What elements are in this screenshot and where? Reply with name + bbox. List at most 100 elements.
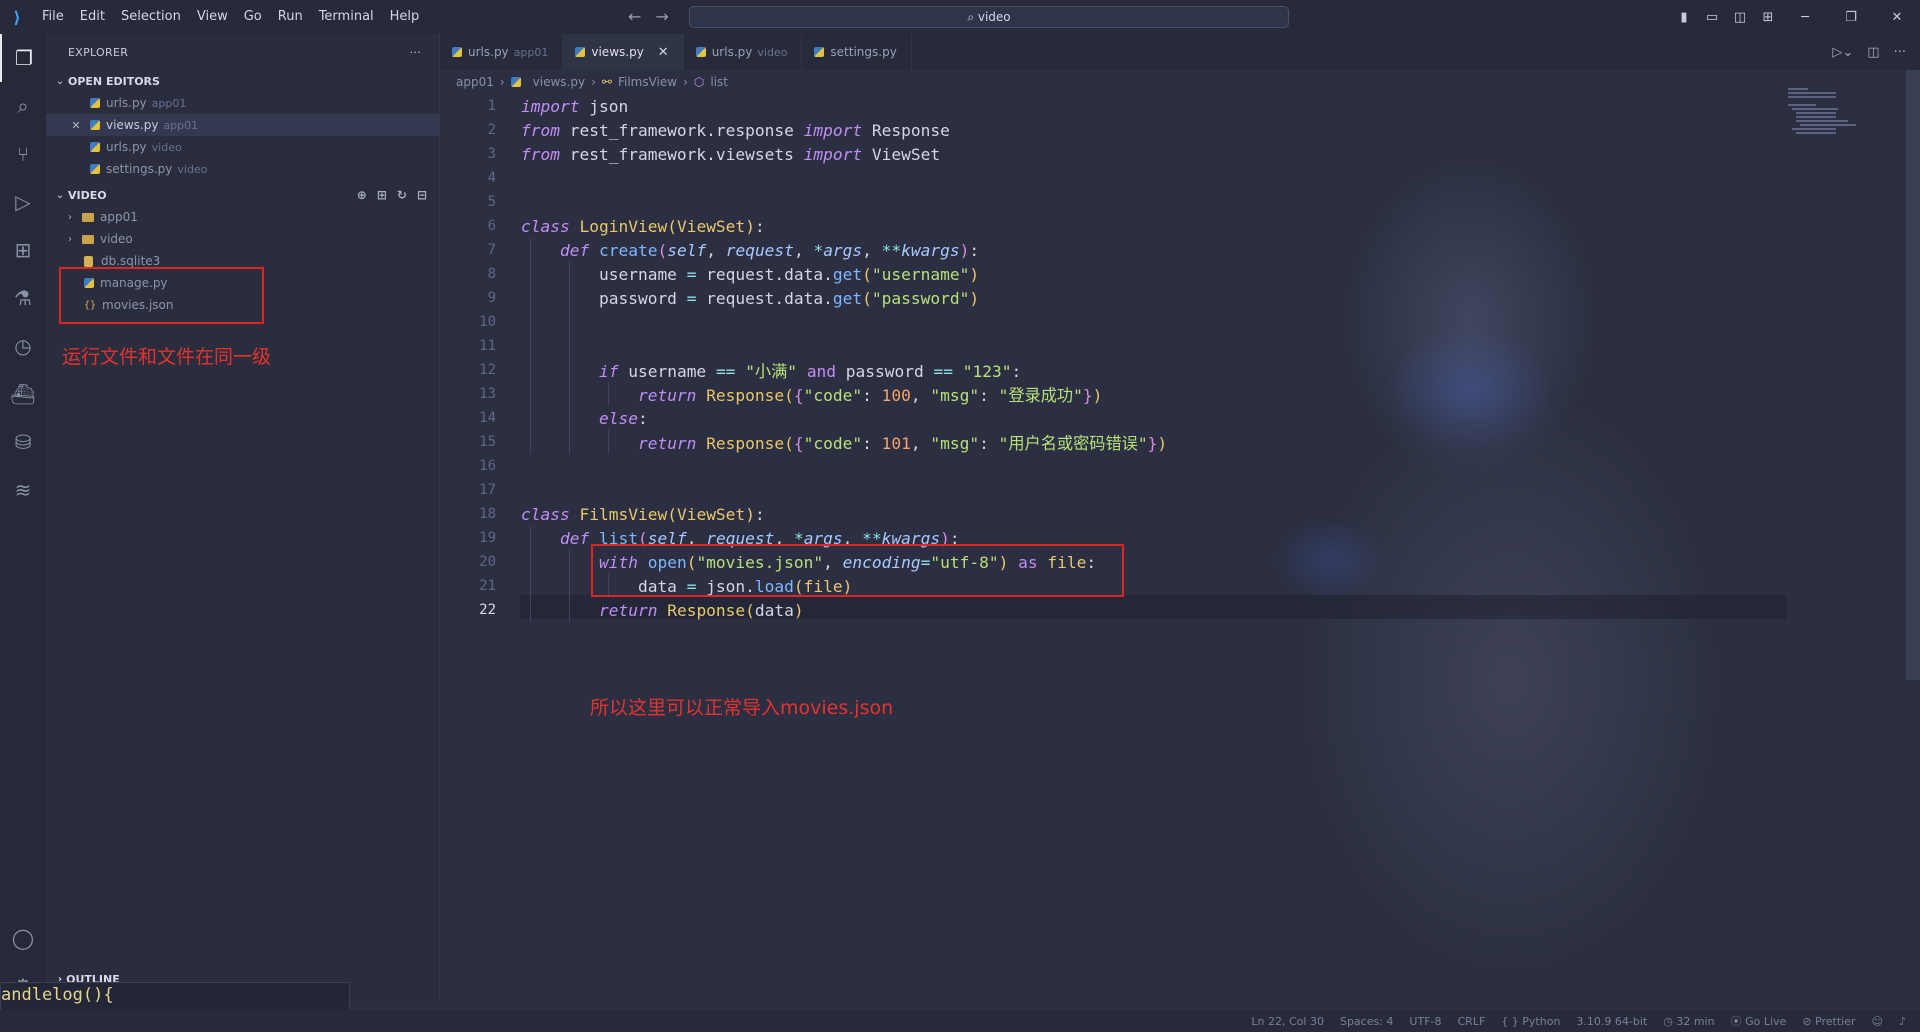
chevron-right-icon: › — [591, 75, 596, 89]
menu-selection[interactable]: Selection — [113, 0, 189, 34]
status-position[interactable]: Ln 22, Col 30 — [1251, 1015, 1324, 1028]
new-file-icon[interactable]: ⊕ — [357, 188, 367, 202]
tab-label: settings.py — [830, 45, 897, 59]
run-icon[interactable]: ▷⌄ — [1832, 45, 1853, 60]
class-icon: ⚯ — [601, 75, 612, 89]
refresh-icon[interactable]: ↻ — [397, 188, 407, 202]
forward-arrow-icon[interactable]: → — [655, 7, 668, 26]
notifications-bell-icon[interactable]: ♪ — [1899, 1015, 1906, 1028]
status-encoding[interactable]: UTF-8 — [1409, 1015, 1441, 1028]
code-line: 6 class LoginView(ViewSet): — [487, 216, 765, 236]
tree-item-app01[interactable]: › app01 — [46, 206, 439, 228]
breadcrumb-item[interactable]: list — [710, 75, 728, 89]
more-actions-icon[interactable]: ··· — [410, 46, 421, 59]
menu-help[interactable]: Help — [382, 0, 428, 34]
open-editor-item[interactable]: settings.py video — [46, 158, 439, 180]
breadcrumb-item[interactable]: FilmsView — [618, 75, 677, 89]
code-editor[interactable]: 1 import json 2 from rest_framework.respon… — [440, 94, 1780, 622]
toggle-sidebar-icon[interactable]: ▮ — [1670, 10, 1698, 25]
menu-terminal[interactable]: Terminal — [311, 0, 382, 34]
tab-settings[interactable]: settings.py — [802, 34, 912, 70]
feedback-icon[interactable]: ☺ — [1872, 1015, 1883, 1028]
menu-edit[interactable]: Edit — [72, 0, 113, 34]
tab-label: urls.py — [711, 45, 753, 59]
code-line: 12 if username == "小满" and password == "… — [440, 358, 1780, 382]
account-icon[interactable]: ◯ — [0, 914, 46, 962]
window-controls: ▮ ▭ ◫ ⊞ ─ ❐ ✕ — [1670, 0, 1920, 34]
code-line: 15 return Response({"code": 101, "msg": … — [440, 430, 1780, 454]
braces-icon: { } — [1501, 1014, 1519, 1028]
search-icon: ⌕ — [967, 10, 978, 24]
breadcrumb-item[interactable]: app01 — [456, 75, 494, 89]
broadcast-icon: ⦿ — [1730, 1015, 1742, 1028]
clock-icon: ◷ — [1663, 1014, 1673, 1028]
status-language[interactable]: { } Python — [1501, 1015, 1560, 1028]
method-icon: ⬡ — [693, 75, 705, 89]
tree-item-video[interactable]: › video — [46, 228, 439, 250]
more-icon[interactable]: ··· — [1894, 45, 1906, 60]
code-line: 8 username = request.data.get("username"… — [440, 262, 1780, 286]
status-golive[interactable]: ⦿ Go Live — [1731, 1013, 1787, 1029]
code-line: 17 — [479, 482, 496, 498]
project-section[interactable]: ⌄ VIDEO ⊕ ⊞ ↻ ⊟ — [46, 184, 439, 206]
close-icon[interactable]: ✕ — [68, 119, 84, 132]
status-prettier[interactable]: ⊘ Prettier — [1802, 1015, 1855, 1028]
tree-item-label: app01 — [100, 210, 138, 224]
customize-layout-icon[interactable]: ⊞ — [1754, 10, 1782, 25]
extensions-icon[interactable]: ⊞ — [0, 226, 46, 274]
docker-icon[interactable]: ⛴ — [0, 370, 46, 418]
testing-icon[interactable]: ⚗ — [0, 274, 46, 322]
python-file-icon — [575, 47, 586, 57]
vertical-scrollbar[interactable] — [1906, 70, 1920, 680]
toggle-panel-icon[interactable]: ▭ — [1698, 10, 1726, 25]
code-line: 22 return Response(data) — [440, 598, 1780, 622]
python-file-icon — [814, 47, 825, 57]
toggle-secondary-sidebar-icon[interactable]: ◫ — [1726, 10, 1754, 25]
tab-views[interactable]: views.py ✕ — [563, 34, 684, 70]
annotation-right: 所以这里可以正常导入movies.json — [590, 697, 894, 719]
explorer-icon[interactable]: ❐ — [0, 34, 46, 82]
code-line: 14 else: — [440, 406, 1780, 430]
database-icon[interactable]: ⛁ — [0, 418, 46, 466]
code-line: 18 class FilmsView(ViewSet): — [479, 504, 765, 524]
tab-hint: video — [757, 45, 788, 59]
menu-run[interactable]: Run — [270, 0, 311, 34]
back-arrow-icon[interactable]: ← — [628, 7, 641, 26]
folder-icon — [82, 212, 94, 222]
status-time[interactable]: ◷ 32 min — [1663, 1015, 1714, 1028]
open-editor-hint: app01 — [151, 96, 187, 110]
status-spaces[interactable]: Spaces: 4 — [1340, 1015, 1393, 1028]
open-editor-item[interactable]: urls.py app01 — [46, 92, 439, 114]
close-window-icon[interactable]: ✕ — [1874, 10, 1920, 25]
collapse-all-icon[interactable]: ⊟ — [417, 188, 427, 202]
search-icon[interactable]: ⌕ — [0, 82, 46, 130]
split-editor-icon[interactable]: ◫ — [1867, 45, 1879, 60]
vscode-logo-icon: ⟩ — [13, 7, 21, 27]
status-interpreter[interactable]: 3.10.9 64-bit — [1576, 1015, 1647, 1028]
menu-file[interactable]: File — [34, 0, 72, 34]
command-center-search[interactable]: ⌕ video — [689, 6, 1289, 28]
open-editors-section[interactable]: ⌄ OPEN EDITORS — [46, 70, 439, 92]
open-editor-item[interactable]: ✕ views.py app01 — [46, 114, 439, 136]
timeline-icon[interactable]: ◷ — [0, 322, 46, 370]
new-folder-icon[interactable]: ⊞ — [377, 188, 387, 202]
open-editor-item[interactable]: urls.py video — [46, 136, 439, 158]
minimap[interactable] — [1788, 88, 1868, 148]
chevron-right-icon: › — [499, 75, 505, 89]
python-file-icon — [90, 164, 100, 174]
open-editors-title: OPEN EDITORS — [68, 74, 160, 88]
open-editor-name: urls.py — [106, 140, 147, 154]
menu-go[interactable]: Go — [236, 0, 270, 34]
run-debug-icon[interactable]: ▷ — [0, 178, 46, 226]
status-eol[interactable]: CRLF — [1458, 1015, 1486, 1028]
restore-icon[interactable]: ❐ — [1828, 10, 1874, 25]
tab-urls-app01[interactable]: urls.py app01 — [440, 34, 564, 70]
close-tab-icon[interactable]: ✕ — [658, 45, 669, 60]
tab-hint: app01 — [513, 45, 549, 59]
layers-icon[interactable]: ≋ — [0, 466, 46, 514]
menu-view[interactable]: View — [189, 0, 236, 34]
tab-urls-video[interactable]: urls.py video — [684, 34, 803, 70]
breadcrumb-item[interactable]: views.py — [533, 75, 585, 89]
minimize-icon[interactable]: ─ — [1782, 10, 1828, 25]
source-control-icon[interactable]: ⑂ — [0, 130, 46, 178]
